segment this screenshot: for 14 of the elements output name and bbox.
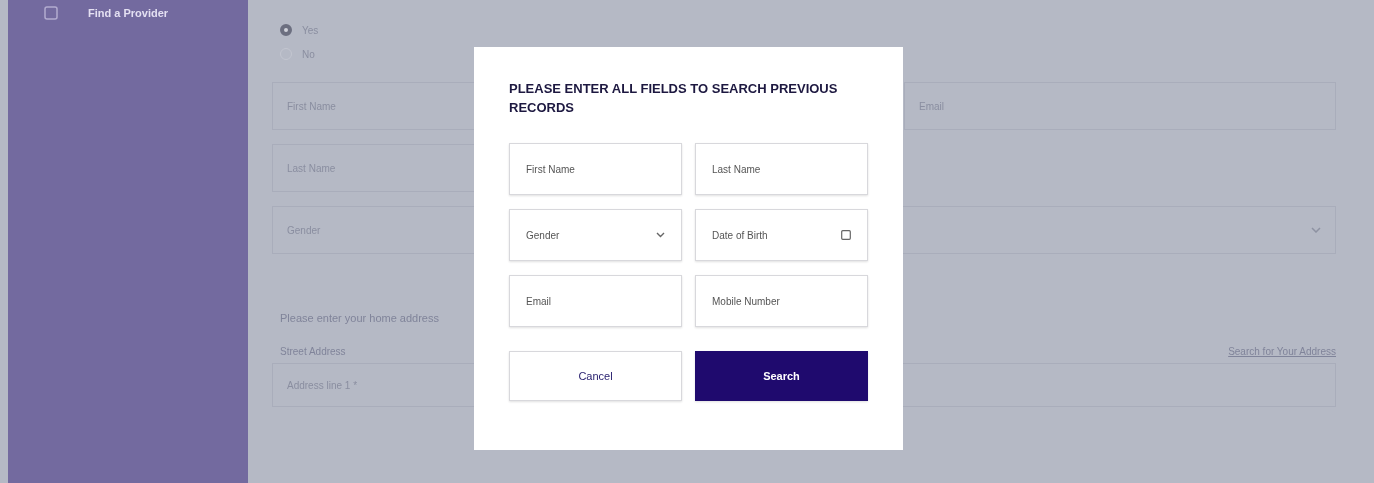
input-field[interactable]: First Name <box>509 143 682 195</box>
input-field[interactable]: Last Name <box>695 143 868 195</box>
checkbox-icon <box>44 6 58 20</box>
search-button[interactable]: Search <box>695 351 868 401</box>
chevron-down-icon <box>656 232 665 238</box>
input-field[interactable]: Gender <box>509 209 682 261</box>
input-field[interactable]: Email <box>509 275 682 327</box>
chevron-down-icon <box>1311 227 1321 233</box>
calendar-icon <box>841 230 851 240</box>
input-field[interactable]: Mobile Number <box>695 275 868 327</box>
cancel-button[interactable]: Cancel <box>509 351 682 401</box>
dialog-title: PLEASE ENTER ALL FIELDS TO SEARCH PREVIOUS RECORDS <box>509 80 839 117</box>
sidebar-item[interactable]: Find a Provider <box>44 6 248 20</box>
input-field[interactable]: Date of Birth <box>695 209 868 261</box>
